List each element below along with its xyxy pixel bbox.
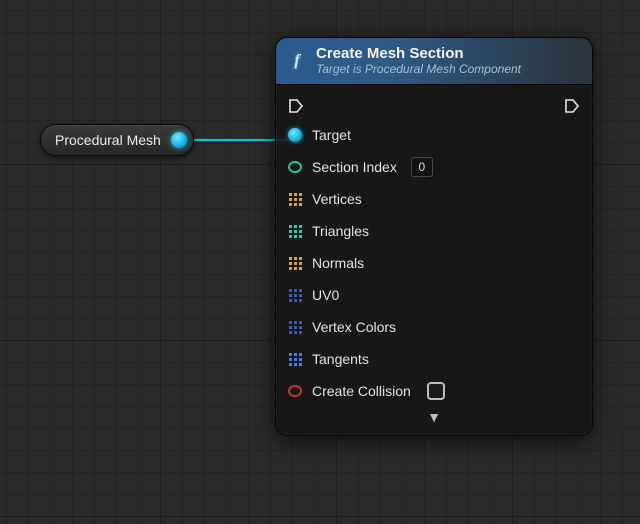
- section-index-input[interactable]: 0: [411, 157, 433, 177]
- create-collision-checkbox[interactable]: [427, 382, 445, 400]
- pin-exec-in[interactable]: [288, 98, 304, 114]
- node-subtitle: Target is Procedural Mesh Component: [316, 62, 521, 76]
- pin-target-label: Target: [312, 127, 351, 143]
- pin-create-collision[interactable]: [288, 385, 302, 397]
- pin-vertices[interactable]: [288, 193, 302, 206]
- pin-triangles-label: Triangles: [312, 223, 369, 239]
- pin-target[interactable]: [288, 128, 302, 142]
- node-body: Target Section Index 0 Vertices Triangle…: [276, 85, 592, 435]
- expand-toggle[interactable]: ▼: [276, 407, 592, 431]
- pin-normals[interactable]: [288, 257, 302, 270]
- node-create-mesh-section[interactable]: f Create Mesh Section Target is Procedur…: [275, 37, 593, 436]
- pin-triangles[interactable]: [288, 225, 302, 238]
- pin-output-object[interactable]: [171, 132, 187, 148]
- variable-label: Procedural Mesh: [55, 132, 161, 148]
- pin-uv0[interactable]: [288, 289, 302, 302]
- pin-uv0-label: UV0: [312, 287, 339, 303]
- pin-section-index[interactable]: [288, 161, 302, 173]
- pin-vertices-label: Vertices: [312, 191, 362, 207]
- node-title: Create Mesh Section: [316, 45, 521, 62]
- pin-tangents-label: Tangents: [312, 351, 369, 367]
- function-icon: f: [288, 52, 306, 70]
- pin-vertex-colors[interactable]: [288, 321, 302, 334]
- pin-normals-label: Normals: [312, 255, 364, 271]
- pin-tangents[interactable]: [288, 353, 302, 366]
- node-header[interactable]: f Create Mesh Section Target is Procedur…: [276, 38, 592, 85]
- chevron-down-icon: ▼: [427, 409, 441, 425]
- pin-exec-out[interactable]: [564, 98, 580, 114]
- pin-vertex-colors-label: Vertex Colors: [312, 319, 396, 335]
- node-variable-procedural-mesh[interactable]: Procedural Mesh: [40, 124, 194, 156]
- pin-create-collision-label: Create Collision: [312, 383, 411, 399]
- pin-section-index-label: Section Index: [312, 159, 397, 175]
